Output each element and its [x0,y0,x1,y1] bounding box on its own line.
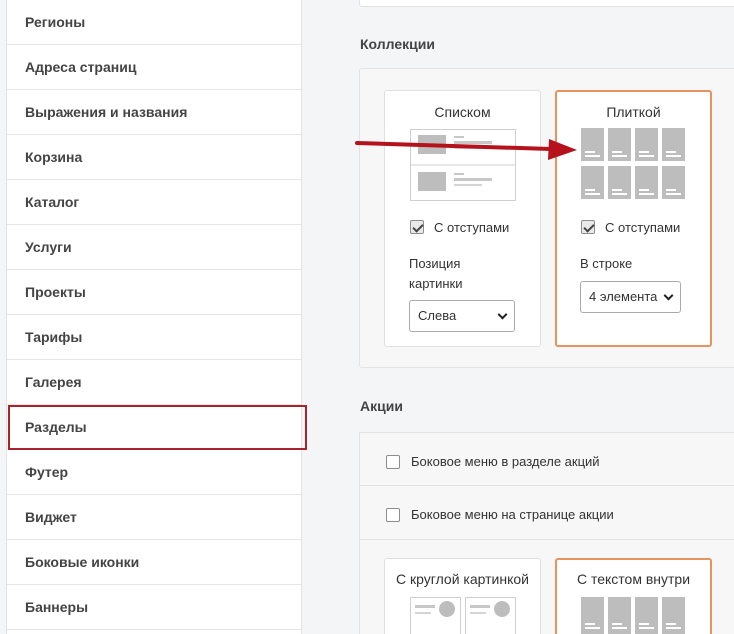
text-inside-preview-icon [581,597,685,634]
per-row-select[interactable]: 4 элемента [580,281,681,313]
actions-sidebar-page-row: Боковое меню на странице акции [359,486,734,540]
actions-heading: Акции [360,398,403,414]
tile-card-title: Плиткой [606,104,661,120]
sidebar-in-section-checkbox[interactable] [386,455,400,469]
sidebar-item-gallery[interactable]: Галерея [7,360,301,405]
sidebar-item-services[interactable]: Услуги [7,225,301,270]
sidebar-item-sections[interactable]: Разделы [8,405,307,450]
text-inside-card-title: С текстом внутри [576,571,691,587]
sidebar-on-page-checkbox[interactable] [386,508,400,522]
tile-layout-preview-icon [581,128,685,199]
sidebar-item-phrases[interactable]: Выражения и названия [7,90,301,135]
image-position-label: Позиция картинки [409,256,463,291]
sidebar-item-side-icons[interactable]: Боковые иконки [7,540,301,585]
per-row-value: 4 элемента [589,289,658,304]
sidebar-item-banners[interactable]: Баннеры [7,585,301,630]
chevron-down-icon [497,309,508,320]
sidebar-in-section-label: Боковое меню в разделе акций [411,454,600,469]
list-layout-card[interactable]: Списком С отступами Позиция картинки Сле… [384,90,541,347]
annotation-arrow-icon [355,139,577,160]
text-inside-card[interactable]: С текстом внутри [555,558,712,634]
round-image-preview-icon [410,597,516,634]
sidebar-item-regions[interactable]: Регионы [7,0,301,45]
collections-panel: Списком С отступами Позиция картинки Сле… [359,68,734,368]
tile-layout-card[interactable]: Плиткой С отступами В строке 4 элемента [555,90,712,347]
image-position-value: Слева [418,308,457,323]
sidebar-item-footer[interactable]: Футер [7,450,301,495]
per-row-label: В строке [580,256,633,271]
sidebar-item-projects[interactable]: Проекты [7,270,301,315]
sidebar-item-widget[interactable]: Виджет [7,495,301,540]
sidebar-on-page-label: Боковое меню на странице акции [411,507,614,522]
sidebar-item-tariffs[interactable]: Тарифы [7,315,301,360]
chevron-down-icon [663,290,674,301]
list-padding-checkbox[interactable] [410,220,424,234]
tile-padding-checkbox[interactable] [581,220,595,234]
image-position-select[interactable]: Слева [409,300,515,332]
settings-sidebar: Регионы Адреса страниц Выражения и назва… [6,0,307,634]
list-padding-label: С отступами [434,220,510,235]
sidebar-item-cart[interactable]: Корзина [7,135,301,180]
tile-padding-label: С отступами [605,220,681,235]
previous-panel [359,0,734,7]
sidebar-item-catalog[interactable]: Каталог [7,180,301,225]
list-card-title: Списком [434,104,491,120]
collections-heading: Коллекции [360,36,435,52]
main-content: Коллекции Списком С отступами Позиция ка… [302,0,734,634]
sidebar-item-page-addresses[interactable]: Адреса страниц [7,45,301,90]
round-image-card-title: С круглой картинкой [396,571,529,587]
actions-layout-panel: С круглой картинкой С текстом внутри [359,540,734,634]
round-image-card[interactable]: С круглой картинкой [384,558,541,634]
actions-sidebar-section-row: Боковое меню в разделе акций [359,432,734,486]
